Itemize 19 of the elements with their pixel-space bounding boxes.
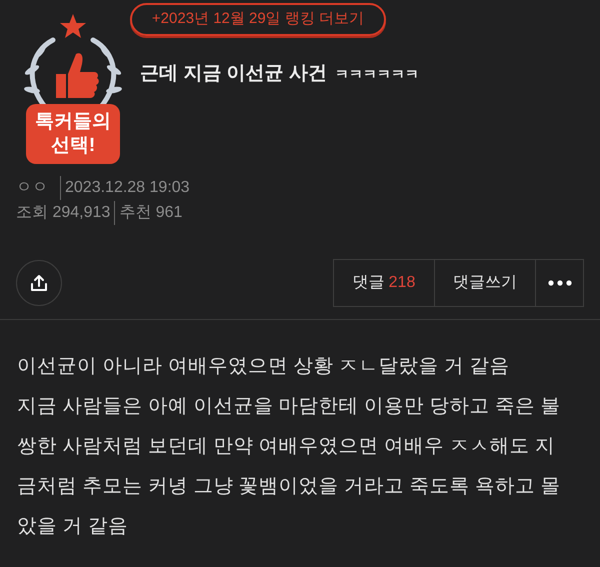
share-button[interactable] — [16, 260, 62, 306]
body-text-line: 이선균이 아니라 여배우였으면 상황 ㅈㄴ달랐을 거 같음 — [17, 354, 511, 379]
badge-label: 톡커들의 선택! — [26, 104, 120, 164]
comments-button[interactable]: 댓글 218 — [333, 258, 435, 306]
share-icon — [29, 272, 49, 292]
body-text-line: 금처럼 추모는 커녕 그냥 꽃뱀이었을 거라고 죽도록 욕하고 몰 — [17, 474, 562, 499]
author-name: ㅇㅇ — [16, 178, 48, 198]
body-text-line: 았을 거 같음 — [17, 514, 129, 539]
ranking-link[interactable]: +2023년 12월 29일 랭킹 더보기 — [130, 3, 386, 36]
title-suffix: ㅋㅋㅋㅋㅋㅋ — [334, 65, 419, 84]
view-count: 조회 294,913 — [16, 203, 110, 223]
more-icon — [548, 280, 572, 286]
post-title: 근데 지금 이선균 사건 — [140, 62, 327, 86]
write-comment-button[interactable]: 댓글쓰기 — [435, 258, 536, 306]
like-count: 추천 961 — [114, 201, 182, 225]
body-text-line: 지금 사람들은 아예 이선균을 마담한테 이용만 당하고 죽은 불 — [17, 394, 562, 419]
post-date: 2023.12.28 19:03 — [60, 176, 190, 200]
body-text-line: 쌍한 사람처럼 보던데 만약 여배우였으면 여배우 ㅈㅅ해도 지 — [17, 434, 556, 459]
more-button[interactable] — [536, 258, 584, 306]
